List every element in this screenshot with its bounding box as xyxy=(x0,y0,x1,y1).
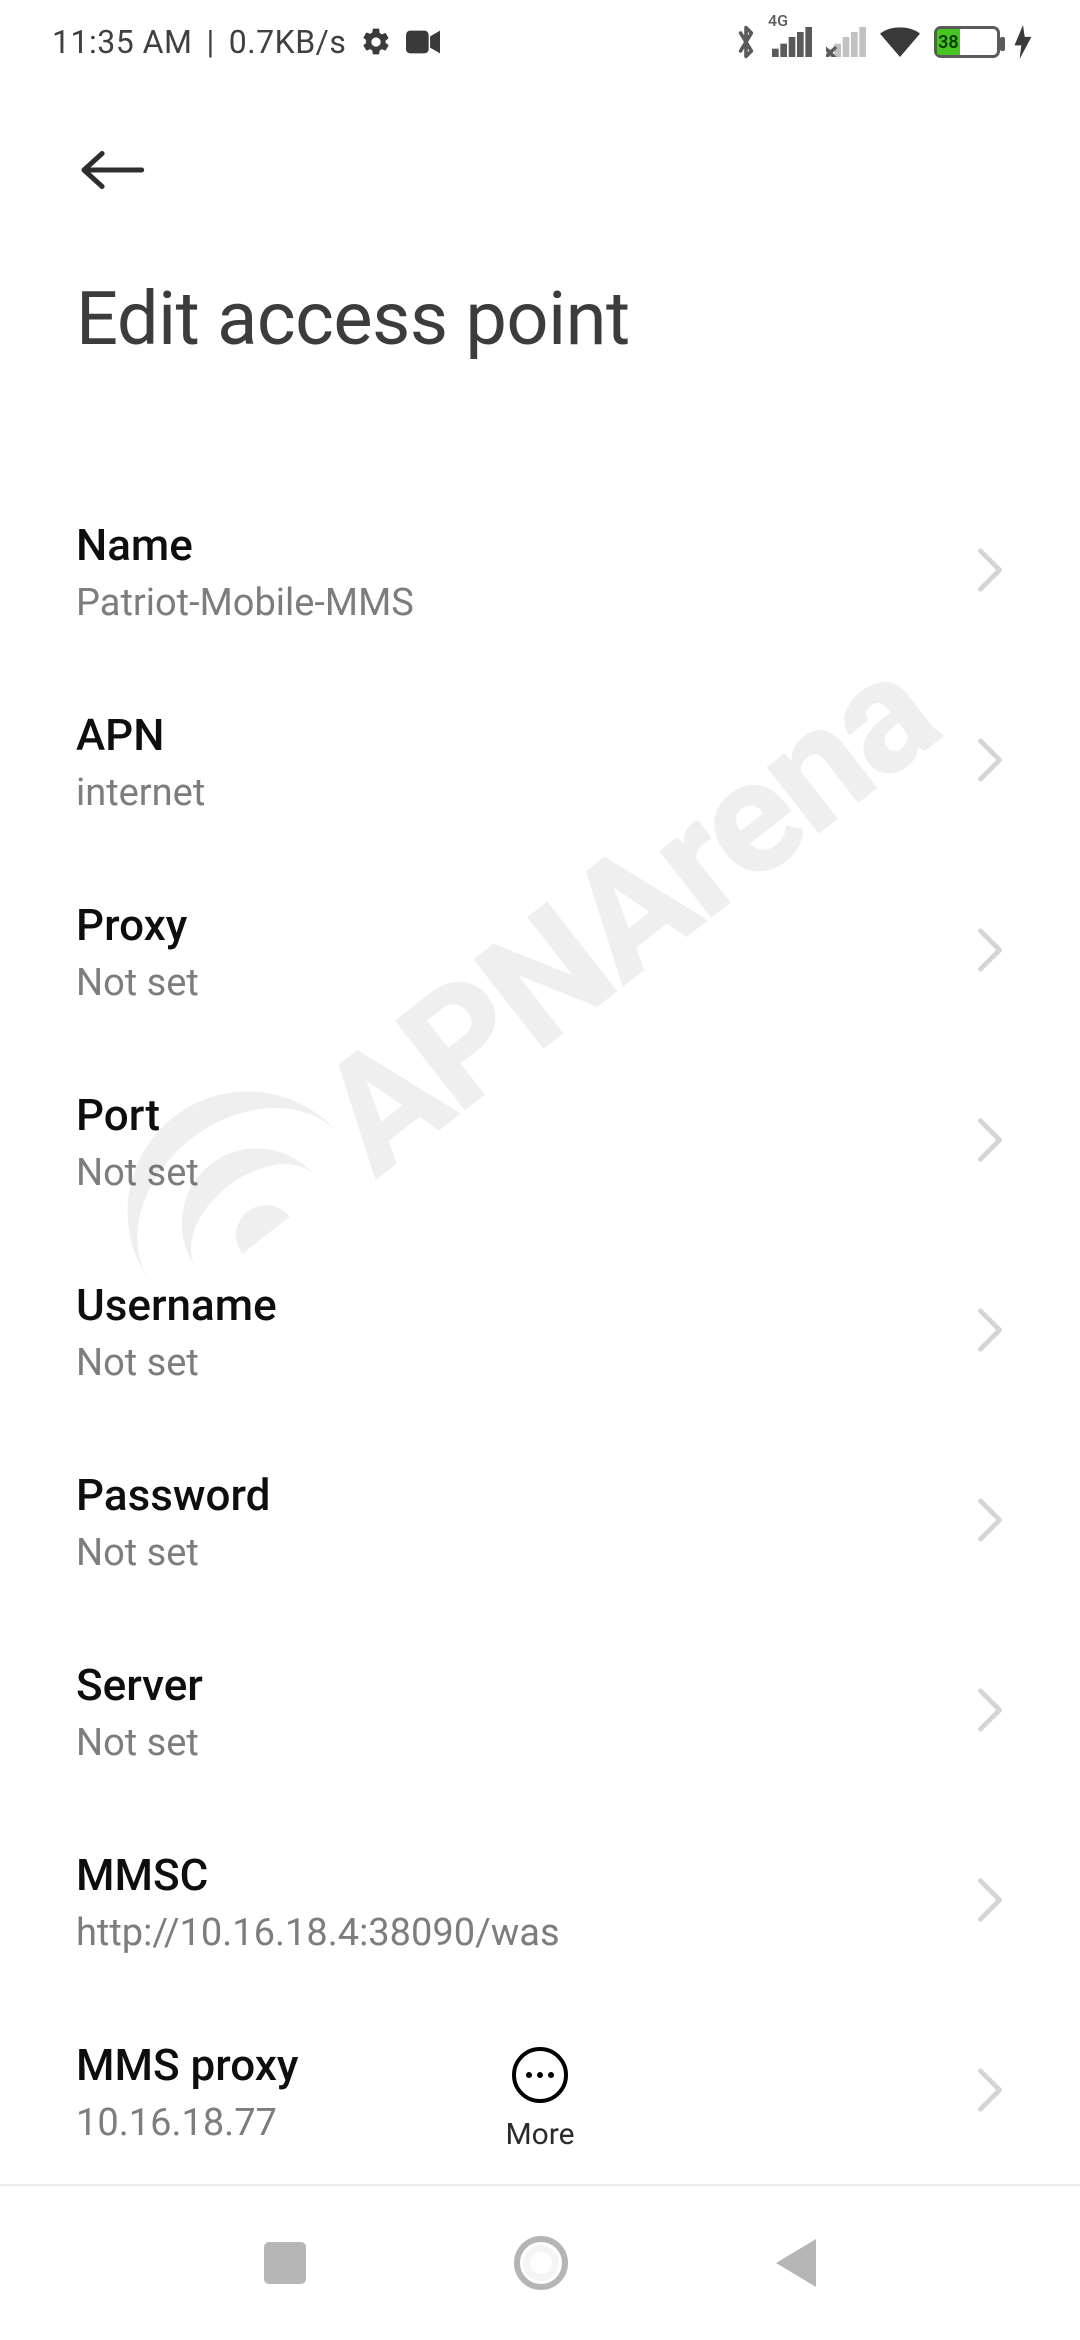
navigation-bar xyxy=(0,2186,1080,2340)
status-separator: | xyxy=(206,23,214,61)
arrow-left-icon xyxy=(79,148,145,192)
page-title: Edit access point xyxy=(76,276,1004,363)
chevron-right-icon xyxy=(976,1307,1004,1357)
setting-value: Not set xyxy=(76,1721,956,1765)
setting-row-password[interactable]: Password Not set xyxy=(76,1427,1004,1617)
bluetooth-icon xyxy=(734,24,758,60)
setting-label: APN xyxy=(76,709,956,761)
chevron-right-icon xyxy=(976,1497,1004,1547)
setting-row-username[interactable]: Username Not set xyxy=(76,1237,1004,1427)
square-icon xyxy=(264,2242,306,2284)
gear-icon xyxy=(360,26,392,58)
more-button[interactable]: More xyxy=(505,2047,574,2152)
battery-percent: 38 xyxy=(937,29,960,55)
signal-nosim-icon xyxy=(826,27,866,57)
more-icon xyxy=(512,2047,568,2103)
chevron-right-icon xyxy=(976,547,1004,597)
nav-recents-button[interactable] xyxy=(264,2242,306,2284)
chevron-right-icon xyxy=(976,1877,1004,1927)
setting-label: Password xyxy=(76,1469,956,1521)
setting-value: Patriot-Mobile-MMS xyxy=(76,581,956,625)
settings-list: Name Patriot-Mobile-MMS APN internet Proxy No… xyxy=(0,477,1080,2187)
circle-icon xyxy=(514,2236,568,2290)
setting-row-name[interactable]: Name Patriot-Mobile-MMS xyxy=(76,477,1004,667)
chevron-right-icon xyxy=(976,1687,1004,1737)
setting-row-server[interactable]: Server Not set xyxy=(76,1617,1004,1807)
setting-value: internet xyxy=(76,771,956,815)
setting-value: Not set xyxy=(76,961,956,1005)
setting-label: MMSC xyxy=(76,1849,956,1901)
back-button[interactable] xyxy=(76,134,148,206)
setting-value: Not set xyxy=(76,1151,956,1195)
chevron-right-icon xyxy=(976,927,1004,977)
nav-home-button[interactable] xyxy=(514,2236,568,2290)
more-label: More xyxy=(505,2117,574,2152)
status-bar: 11:35 AM | 0.7KB/s 4G 38 xyxy=(0,0,1080,84)
setting-row-proxy[interactable]: Proxy Not set xyxy=(76,857,1004,1047)
setting-row-apn[interactable]: APN internet xyxy=(76,667,1004,857)
setting-label: Port xyxy=(76,1089,956,1141)
battery-icon: 38 xyxy=(934,26,1000,58)
setting-value: http://10.16.18.4:38090/was xyxy=(76,1911,956,1955)
setting-row-port[interactable]: Port Not set xyxy=(76,1047,1004,1237)
setting-label: Proxy xyxy=(76,899,956,951)
signal-4g-icon: 4G xyxy=(772,27,812,57)
status-time: 11:35 AM xyxy=(52,23,192,61)
header: Edit access point xyxy=(0,84,1080,363)
setting-row-mmsc[interactable]: MMSC http://10.16.18.4:38090/was xyxy=(76,1807,1004,1997)
chevron-right-icon xyxy=(976,1117,1004,1167)
setting-label: Username xyxy=(76,1279,956,1331)
bottom-actions: More xyxy=(0,2047,1080,2152)
setting-value: Not set xyxy=(76,1531,956,1575)
chevron-right-icon xyxy=(976,737,1004,787)
charging-icon xyxy=(1014,25,1032,59)
triangle-left-icon xyxy=(776,2239,816,2287)
setting-label: Server xyxy=(76,1659,956,1711)
setting-value: Not set xyxy=(76,1341,956,1385)
status-net-speed: 0.7KB/s xyxy=(229,23,347,61)
wifi-icon xyxy=(880,26,920,58)
nav-back-button[interactable] xyxy=(776,2239,816,2287)
setting-label: Name xyxy=(76,519,956,571)
camera-icon xyxy=(406,29,440,55)
